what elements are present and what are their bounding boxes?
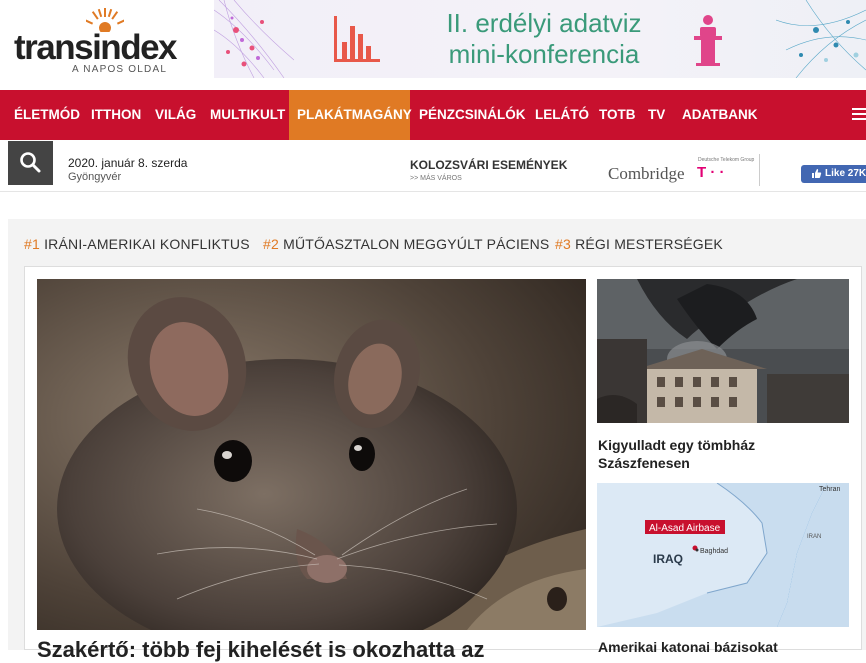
- banner-line-1: II. erdélyi adatviz: [446, 8, 642, 38]
- mouse-photo: [37, 279, 586, 630]
- side-article-image-fire[interactable]: [597, 279, 849, 423]
- banner-decoration-left: [214, 0, 294, 78]
- nav-item-itthon[interactable]: ITTHON: [83, 90, 149, 140]
- nav-item-eletmod[interactable]: ÉLETMÓD: [6, 90, 88, 140]
- nav-item-plakatmagany[interactable]: PLAKÁTMAGÁNY: [289, 90, 412, 140]
- thumbs-up-icon: [812, 169, 822, 178]
- nav-item-penzcsinalok[interactable]: PÉNZCSINÁLÓK: [411, 90, 534, 140]
- logo-wordmark: transindex: [14, 28, 178, 67]
- main-nav: ÉLETMÓD ITTHON VILÁG MULTIKULT PLAKÁTMAG…: [0, 90, 866, 140]
- side-article-image-map[interactable]: Al-Asad Airbase IRAQ Baghdad Tehran IRAN: [597, 483, 849, 627]
- nav-item-lelato[interactable]: LELÁTÓ: [527, 90, 597, 140]
- map-label-tehran: Tehran: [819, 486, 841, 493]
- site-header: transindex A NAPOS OLDAL II. erdélyi ada…: [0, 0, 866, 90]
- iraq-map: Al-Asad Airbase IRAQ Baghdad Tehran IRAN: [597, 483, 849, 627]
- main-article-title[interactable]: Szakértő: több fej kihelését is okozhatt…: [37, 637, 484, 663]
- banner-line-2: mini-konferencia: [448, 39, 640, 69]
- nav-item-multikult[interactable]: MULTIKULT: [202, 90, 293, 140]
- trending-label: RÉGI MESTERSÉGEK: [575, 236, 723, 252]
- side-article-title-fire[interactable]: Kigyulladt egy tömbház Szászfenesen: [598, 436, 848, 472]
- map-label-airbase: Al-Asad Airbase: [649, 523, 721, 534]
- trending-topic-3[interactable]: #3 RÉGI MESTERSÉGEK: [555, 236, 723, 252]
- sponsor-group: Deutsche Telekom Group: [698, 157, 755, 163]
- trending-label: MŰTŐASZTALON MEGGYÚLT PÁCIENS: [283, 236, 550, 252]
- map-label-city: Baghdad: [700, 548, 728, 555]
- events-link[interactable]: KOLOZSVÁRI ESEMÉNYEK: [410, 158, 567, 172]
- ad-banner[interactable]: II. erdélyi adatviz mini-konferencia: [214, 0, 866, 78]
- logo-tagline: A NAPOS OLDAL: [72, 64, 168, 75]
- trending-number: #3: [555, 236, 571, 252]
- trending-topic-2[interactable]: #2 MŰTŐASZTALON MEGGYÚLT PÁCIENS: [263, 236, 549, 252]
- map-label-iran: IRAN: [807, 534, 821, 540]
- podium-icon: [694, 15, 722, 66]
- sponsor-name: Combridge: [608, 164, 685, 183]
- telekom-mark: T · ·: [697, 164, 725, 181]
- trending-label: IRÁNI-AMERIKAI KONFLIKTUS: [44, 236, 250, 252]
- nav-item-adatbank[interactable]: ADATBANK: [674, 90, 766, 140]
- site-logo[interactable]: transindex A NAPOS OLDAL: [14, 8, 194, 78]
- fire-photo: [597, 279, 849, 423]
- main-article-image[interactable]: [37, 279, 586, 630]
- side-article-title-bases[interactable]: Amerikai katonai bázisokat: [598, 638, 848, 656]
- search-button[interactable]: [8, 141, 53, 185]
- banner-headline: II. erdélyi adatviz mini-konferencia: [434, 8, 654, 70]
- trending-number: #2: [263, 236, 279, 252]
- current-date: 2020. január 8. szerda: [68, 156, 188, 170]
- bar-chart-icon: [334, 16, 380, 62]
- nav-item-tv[interactable]: TV: [640, 90, 673, 140]
- nav-item-vilag[interactable]: VILÁG: [147, 90, 204, 140]
- nav-item-totb[interactable]: TOTB: [591, 90, 644, 140]
- trending-topic-1[interactable]: #1 IRÁNI-AMERIKAI KONFLIKTUS: [24, 236, 250, 252]
- sponsor-logo[interactable]: Combridge Deutsche Telekom Group T · ·: [600, 154, 760, 186]
- nameday: Gyöngyvér: [68, 171, 122, 183]
- menu-icon[interactable]: [852, 108, 866, 122]
- search-icon: [20, 152, 41, 173]
- other-city-link[interactable]: >> MÁS VÁROS: [410, 175, 462, 182]
- info-bar: 2020. január 8. szerda Gyöngyvér KOLOZSV…: [0, 140, 866, 192]
- banner-decoration-right: [776, 0, 866, 78]
- trending-number: #1: [24, 236, 40, 252]
- map-label-country: IRAQ: [653, 552, 683, 566]
